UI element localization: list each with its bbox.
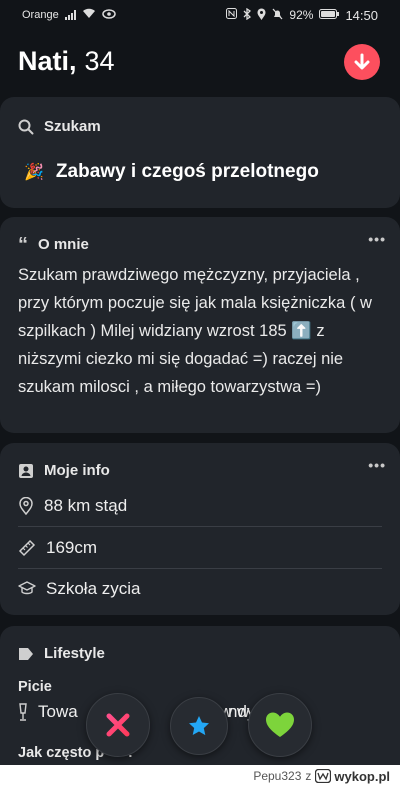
- height-row: 169cm: [18, 527, 382, 569]
- status-bar: Orange 92% 14:50: [0, 0, 400, 30]
- looking-for-header: Szukam: [18, 118, 101, 135]
- about-more-button[interactable]: •••: [368, 231, 386, 247]
- location-icon: [257, 8, 266, 23]
- watermark-bar: Pepu323 z wykop.pl: [0, 765, 400, 787]
- tag-icon: [19, 647, 33, 660]
- about-title: O mnie: [38, 236, 89, 253]
- signal-icon: [64, 10, 76, 20]
- lifestyle-header: Lifestyle: [18, 645, 105, 662]
- collapse-profile-button[interactable]: [344, 44, 380, 80]
- clock: 14:50: [345, 7, 378, 23]
- nfc-icon: [226, 8, 238, 22]
- star-icon: [189, 716, 209, 736]
- eye-icon: [101, 8, 116, 22]
- like-button[interactable]: [248, 693, 312, 757]
- watermark-z: z: [305, 769, 312, 783]
- looking-for-title: Szukam: [44, 118, 101, 135]
- school-row: Szkoła zycia: [18, 568, 382, 610]
- height-value: 169cm: [46, 538, 98, 557]
- party-popper-icon: 🎉: [24, 164, 44, 181]
- carrier-label: Orange: [22, 9, 59, 21]
- profile-card-icon: [19, 463, 33, 478]
- close-icon: [106, 713, 130, 737]
- lifestyle-title: Lifestyle: [44, 645, 105, 662]
- frequency-label-left: Jak często p: [18, 745, 105, 761]
- about-card: “ O mnie ••• Szukam prawdziwego mężczyzn…: [0, 217, 400, 433]
- wykop-icon: [315, 769, 332, 783]
- about-header: “ O mnie: [18, 233, 89, 256]
- status-left: Orange: [22, 8, 116, 22]
- looking-for-value: Zabawy i czegoś przelotnego: [55, 161, 319, 182]
- my-info-title: Moje info: [44, 462, 110, 479]
- wykop-site: wykop.pl: [334, 768, 390, 784]
- status-right: 92% 14:50: [226, 7, 378, 23]
- my-info-more-button[interactable]: •••: [368, 457, 386, 473]
- profile-header: Nati, 34: [0, 30, 400, 92]
- my-info-header: Moje info: [18, 462, 110, 479]
- watermark-user: Pepu323: [253, 769, 302, 783]
- my-info-card: Moje info ••• 88 km stąd 169cm Szkoła zy…: [0, 443, 400, 615]
- battery-icon: [319, 8, 340, 22]
- profile-age: 34: [84, 45, 115, 76]
- distance-value: 88 km stąd: [44, 496, 128, 515]
- drinking-value-left: Towa: [38, 702, 78, 721]
- glass-icon: [19, 703, 27, 721]
- graduation-cap-icon: [18, 581, 36, 595]
- quote-icon: “: [18, 233, 28, 256]
- super-like-button[interactable]: [170, 697, 228, 755]
- mute-icon: [272, 8, 283, 23]
- bluetooth-icon: [243, 7, 252, 23]
- wykop-logo: wykop.pl: [315, 769, 390, 784]
- distance-row: 88 km stąd: [18, 485, 382, 527]
- looking-for-row: 🎉 Zabawy i czegoś przelotnego: [24, 161, 319, 183]
- profile-name: Nati,: [18, 45, 77, 76]
- school-value: Szkoła zycia: [46, 579, 141, 598]
- location-pin-icon: [19, 497, 33, 515]
- looking-for-card: Szukam 🎉 Zabawy i czegoś przelotnego: [0, 97, 400, 208]
- arrow-down-icon: [354, 53, 370, 70]
- search-icon: [18, 119, 34, 134]
- battery-label: 92%: [289, 8, 314, 22]
- heart-icon: [266, 712, 294, 737]
- ruler-icon: [18, 539, 36, 557]
- up-arrow-emoji-icon: ⬆️: [291, 322, 312, 340]
- wifi-icon: [82, 8, 96, 22]
- nope-button[interactable]: [86, 693, 150, 757]
- about-text: Szukam prawdziwego mężczyzny, przyjaciel…: [18, 261, 390, 401]
